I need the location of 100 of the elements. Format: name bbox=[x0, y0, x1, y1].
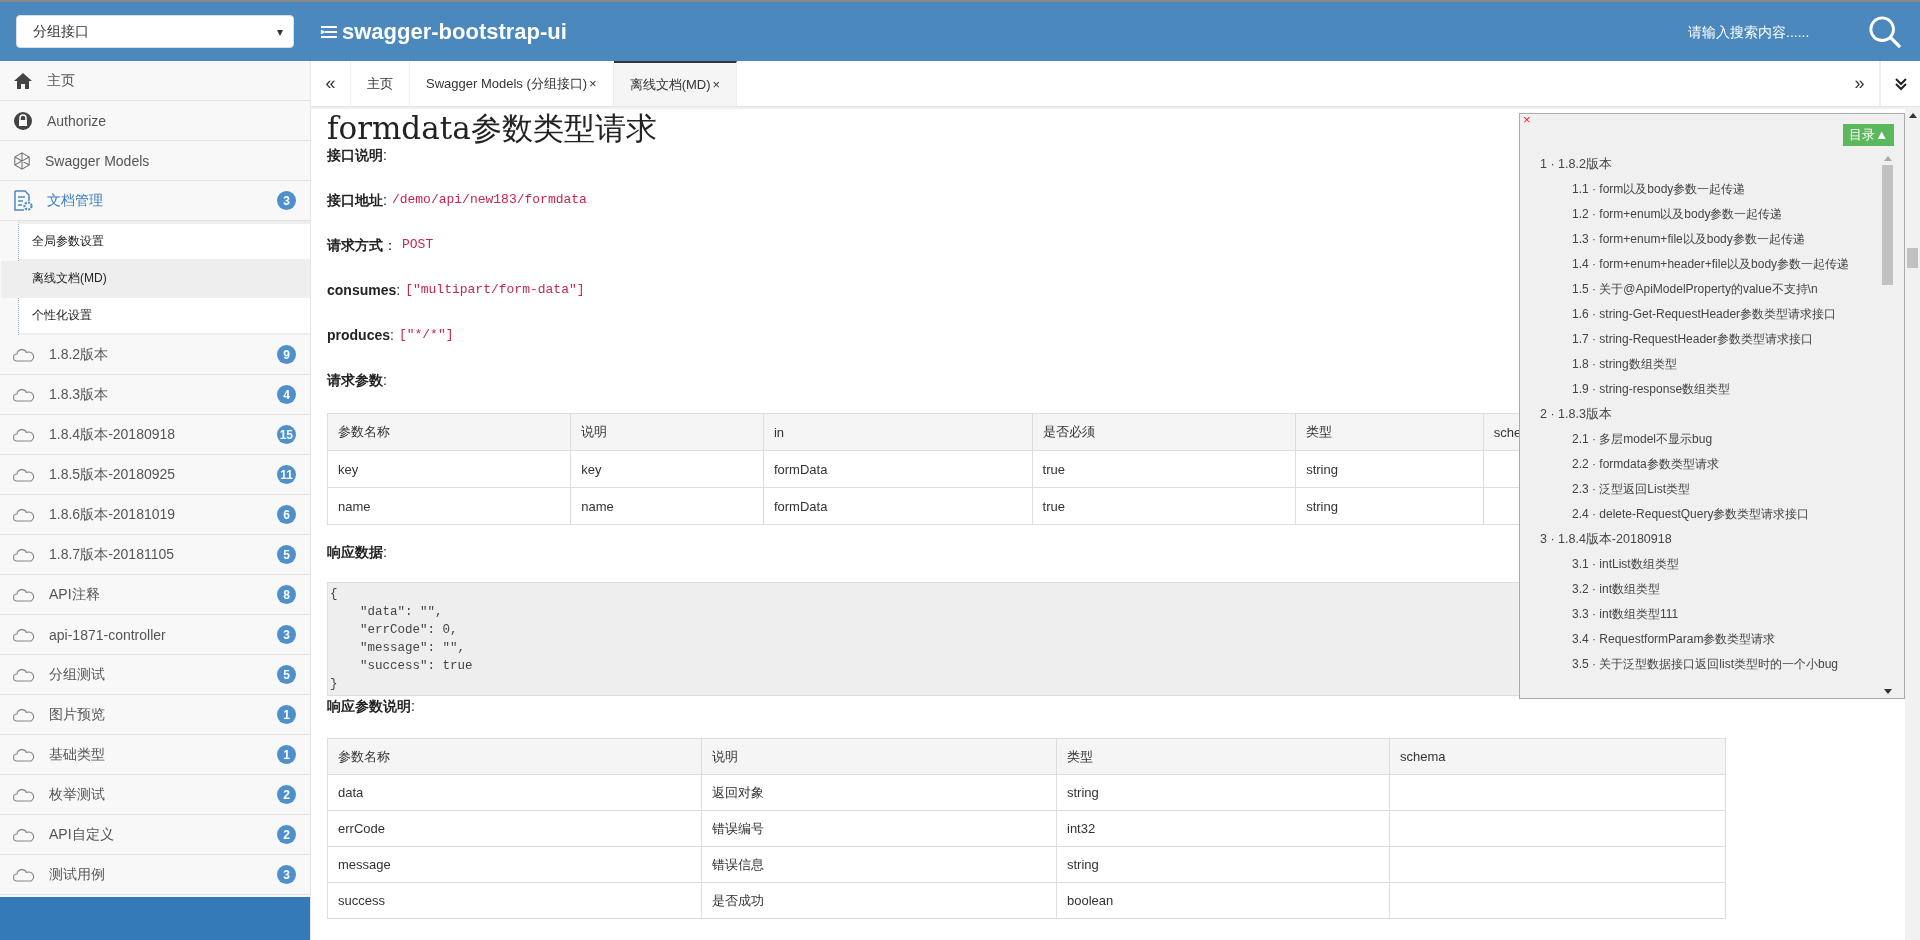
cloud-icon bbox=[13, 867, 35, 882]
close-icon[interactable]: × bbox=[1523, 114, 1531, 126]
scrollbar-thumb[interactable] bbox=[1882, 165, 1893, 285]
sidebar-item[interactable]: 1.8.7版本-20181105 5 bbox=[0, 535, 310, 575]
cloud-icon bbox=[13, 347, 35, 362]
toc-link[interactable]: 1.1 · form以及body参数一起传递 bbox=[1520, 177, 1881, 202]
table-cell: string bbox=[1306, 461, 1338, 477]
toc-link[interactable]: 1.8 · string数组类型 bbox=[1520, 352, 1881, 377]
table-cell: success bbox=[338, 893, 385, 908]
close-icon[interactable]: × bbox=[589, 76, 597, 91]
cloud-icon bbox=[13, 507, 35, 522]
toc-link[interactable]: 1.4 · form+enum+header+file以及body参数一起传递 bbox=[1520, 252, 1881, 277]
count-badge: 2 bbox=[277, 785, 296, 804]
tab[interactable]: Swagger Models (分组接口)× bbox=[410, 61, 614, 106]
count-badge: 8 bbox=[277, 585, 296, 604]
table-cell: data bbox=[338, 785, 364, 800]
toc-link[interactable]: 2.2 · formdata参数类型请求 bbox=[1520, 452, 1881, 477]
count-badge: 4 bbox=[277, 385, 296, 404]
search-icon[interactable] bbox=[1868, 14, 1902, 49]
column-header: 参数名称 bbox=[327, 413, 571, 451]
count-badge: 3 bbox=[277, 865, 296, 884]
toc-link[interactable]: 3 · 1.8.4版本-20180918 bbox=[1520, 527, 1881, 552]
sidebar-item[interactable]: 1.8.6版本-20181019 6 bbox=[0, 495, 310, 535]
toc-link[interactable]: 1.2 · form+enum以及body参数一起传递 bbox=[1520, 202, 1881, 227]
table-cell: 错误信息 bbox=[712, 856, 764, 872]
submenu-item[interactable]: 个性化设置 bbox=[19, 298, 310, 335]
toc-link[interactable]: 3.5 · 关于泛型数据接口返回list类型时的一个小bug bbox=[1520, 652, 1881, 677]
table-cell: formData bbox=[773, 461, 828, 477]
cloud-icon bbox=[13, 427, 35, 442]
sidebar-item[interactable]: Swagger Models bbox=[0, 141, 310, 181]
toc-link[interactable]: 3.3 · int数组类型111 bbox=[1520, 602, 1881, 627]
cloud-icon bbox=[13, 627, 35, 642]
table-cell: string bbox=[1067, 857, 1099, 872]
sidebar-item[interactable]: Authorize bbox=[0, 101, 310, 141]
app-title: swagger-bootstrap-ui bbox=[342, 18, 567, 45]
cloud-icon bbox=[13, 747, 35, 762]
toc-link[interactable]: 3.1 · intList数组类型 bbox=[1520, 552, 1881, 577]
table-cell: true bbox=[1042, 498, 1065, 514]
field-label: consumes: bbox=[327, 282, 401, 298]
submenu-item[interactable]: 离线文档(MD) bbox=[1, 261, 310, 298]
table-cell: name bbox=[581, 498, 614, 514]
column-header: 是否必须 bbox=[1032, 413, 1296, 451]
cloud-icon bbox=[13, 467, 35, 482]
table-cell: name bbox=[338, 498, 371, 514]
field-label: produces: bbox=[327, 327, 394, 343]
toc-link[interactable]: 3.4 · RequestformParam参数类型请求 bbox=[1520, 627, 1881, 652]
field-value: /demo/api/new183/formdata bbox=[391, 192, 587, 207]
sidebar-item[interactable]: 枚举测试 2 bbox=[0, 775, 310, 815]
sidebar-item[interactable]: API自定义 2 bbox=[0, 815, 310, 855]
toc-link[interactable]: 1.6 · string-Get-RequestHeader参数类型请求接口 bbox=[1520, 302, 1881, 327]
sidebar-item[interactable]: api-1871-controller 3 bbox=[0, 615, 310, 655]
table-cell: boolean bbox=[1067, 893, 1114, 908]
tab[interactable]: 离线文档(MD)× bbox=[613, 61, 738, 106]
scrollbar-thumb[interactable] bbox=[1907, 248, 1918, 268]
count-badge: 15 bbox=[276, 425, 296, 444]
toc-link[interactable]: 1.9 · string-response数组类型 bbox=[1520, 377, 1881, 402]
close-icon[interactable]: × bbox=[712, 77, 721, 92]
group-select[interactable]: 分组接口 ▾ bbox=[16, 15, 294, 48]
sidebar-item[interactable]: 图片预览 1 bbox=[0, 695, 310, 735]
cloud-icon bbox=[13, 587, 35, 602]
sidebar-item[interactable]: 测试用例 3 bbox=[0, 855, 310, 895]
scroll-left-button[interactable]: « bbox=[311, 61, 351, 106]
sidebar-item[interactable]: 分组测试 5 bbox=[0, 655, 310, 695]
column-header: 类型 bbox=[1056, 738, 1390, 775]
column-header: schema bbox=[1389, 738, 1726, 775]
sidebar-item[interactable]: 1.8.4版本-20180918 15 bbox=[0, 415, 310, 455]
tab-menu-button[interactable] bbox=[1880, 61, 1920, 106]
toc-link[interactable]: 1.7 · string-RequestHeader参数类型请求接口 bbox=[1520, 327, 1881, 352]
table-cell: formData bbox=[773, 498, 828, 514]
down-arrow-icon[interactable] bbox=[1883, 689, 1892, 694]
table-cell: int32 bbox=[1067, 821, 1096, 836]
menu-icon[interactable] bbox=[320, 23, 338, 40]
toc-link[interactable]: 2.3 · 泛型返回List类型 bbox=[1520, 477, 1881, 502]
cloud-icon bbox=[13, 707, 35, 722]
count-badge: 1 bbox=[277, 705, 296, 724]
cloud-icon bbox=[13, 387, 35, 402]
toc-link[interactable]: 3.2 · int数组类型 bbox=[1520, 577, 1881, 602]
sidebar-item[interactable]: 1.8.2版本 9 bbox=[0, 335, 310, 375]
sidebar-item[interactable]: 基础类型 1 bbox=[0, 735, 310, 775]
cube-icon bbox=[13, 151, 31, 170]
toc-link[interactable]: 2.4 · delete-RequestQuery参数类型请求接口 bbox=[1520, 502, 1881, 527]
cloud-icon bbox=[13, 547, 35, 562]
cloud-icon bbox=[13, 667, 35, 682]
sidebar-item[interactable]: 主页 bbox=[0, 61, 310, 101]
count-badge: 11 bbox=[277, 465, 296, 484]
search-field[interactable]: 请输入搜索内容...... bbox=[1688, 23, 1838, 40]
toc-link[interactable]: 1 · 1.8.2版本 bbox=[1520, 152, 1881, 177]
scroll-right-button[interactable]: » bbox=[1840, 61, 1880, 106]
tab[interactable]: 主页 bbox=[351, 61, 410, 106]
section-heading: 响应数据: bbox=[327, 544, 387, 562]
toc-link[interactable]: 1.3 · form+enum+file以及body参数一起传递 bbox=[1520, 227, 1881, 252]
table-cell: message bbox=[338, 857, 391, 872]
sidebar-item[interactable]: API注释 8 bbox=[0, 575, 310, 615]
scrollbar[interactable] bbox=[1905, 107, 1920, 940]
field-value: POST bbox=[402, 237, 434, 252]
toc-link[interactable]: 1.5 · 关于@ApiModelProperty的value不支持\n bbox=[1520, 277, 1881, 302]
sidebar-item[interactable]: 1.8.3版本 4 bbox=[0, 375, 310, 415]
count-badge: 1 bbox=[277, 745, 296, 764]
up-arrow-icon[interactable] bbox=[1908, 113, 1917, 118]
sidebar-item[interactable]: 1.8.5版本-20180925 11 bbox=[0, 455, 310, 495]
